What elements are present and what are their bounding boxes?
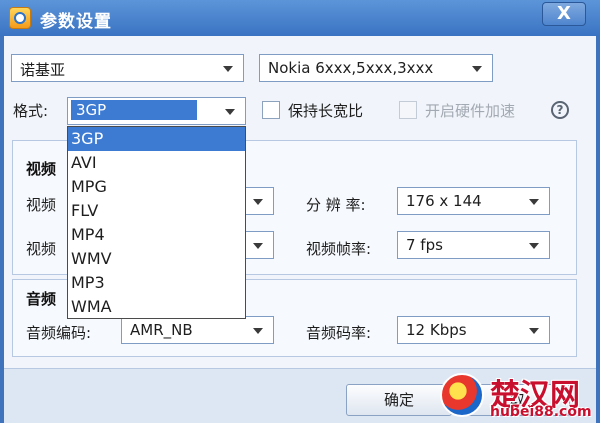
audio-bitrate-select[interactable]: 12 Kbps: [397, 316, 550, 344]
hw-accel-checkbox[interactable]: [399, 101, 417, 119]
ok-button[interactable]: 确定: [346, 384, 452, 416]
help-icon[interactable]: ?: [551, 101, 569, 119]
audio-bitrate-value: 12 Kbps: [406, 321, 467, 339]
chevron-down-icon: [253, 199, 263, 205]
audio-codec-value: AMR_NB: [130, 321, 193, 339]
model-value: Nokia 6xxx,5xxx,3xxx: [268, 59, 434, 77]
watermark-url: hubei88.com: [490, 404, 592, 420]
audio-codec-select[interactable]: AMR_NB: [121, 316, 274, 344]
watermark-logo-icon: [440, 373, 484, 417]
chevron-down-icon: [223, 66, 233, 72]
app-icon: [9, 7, 31, 29]
framerate-select[interactable]: 7 fps: [397, 231, 550, 259]
format-value: 3GP: [71, 100, 197, 120]
brand-select[interactable]: 诺基亚: [11, 54, 244, 82]
chevron-down-icon: [529, 199, 539, 205]
keep-aspect-label[interactable]: 保持长宽比: [288, 100, 363, 121]
chevron-down-icon: [529, 243, 539, 249]
close-button[interactable]: X: [542, 2, 586, 26]
resolution-label: 分 辨 率:: [306, 196, 366, 214]
chevron-down-icon: [253, 243, 263, 249]
resolution-value: 176 x 144: [406, 192, 482, 210]
brand-value: 诺基亚: [20, 61, 66, 79]
format-option-mp4[interactable]: MP4: [68, 223, 245, 247]
chevron-down-icon: [253, 328, 263, 334]
format-option-mp3[interactable]: MP3: [68, 271, 245, 295]
framerate-value: 7 fps: [406, 236, 443, 254]
format-select[interactable]: 3GP: [67, 97, 246, 125]
chevron-down-icon: [472, 66, 482, 72]
window-title: 参数设置: [40, 12, 112, 32]
format-dropdown-list[interactable]: 3GP AVI MPG FLV MP4 WMV MP3 WMA: [67, 126, 246, 319]
chevron-down-icon: [529, 328, 539, 334]
video-bitrate-label: 视频: [26, 240, 57, 258]
video-codec-label: 视频: [26, 196, 57, 214]
format-option-avi[interactable]: AVI: [68, 151, 245, 175]
format-option-3gp[interactable]: 3GP: [68, 127, 245, 151]
keep-aspect-checkbox[interactable]: [262, 101, 280, 119]
framerate-label: 视频帧率:: [306, 240, 372, 258]
hw-accel-label: 开启硬件加速: [425, 102, 516, 120]
format-option-wma[interactable]: WMA: [68, 295, 245, 319]
audio-section-title: 音频: [26, 290, 57, 308]
resolution-select[interactable]: 176 x 144: [397, 187, 550, 215]
format-option-wmv[interactable]: WMV: [68, 247, 245, 271]
audio-bitrate-label: 音频码率:: [306, 324, 372, 342]
format-option-flv[interactable]: FLV: [68, 199, 245, 223]
model-select[interactable]: Nokia 6xxx,5xxx,3xxx: [259, 54, 493, 82]
format-label: 格式:: [13, 102, 49, 120]
audio-codec-label: 音频编码:: [26, 324, 92, 342]
format-option-mpg[interactable]: MPG: [68, 175, 245, 199]
video-section-title: 视频: [26, 160, 57, 178]
chevron-down-icon: [225, 109, 235, 115]
